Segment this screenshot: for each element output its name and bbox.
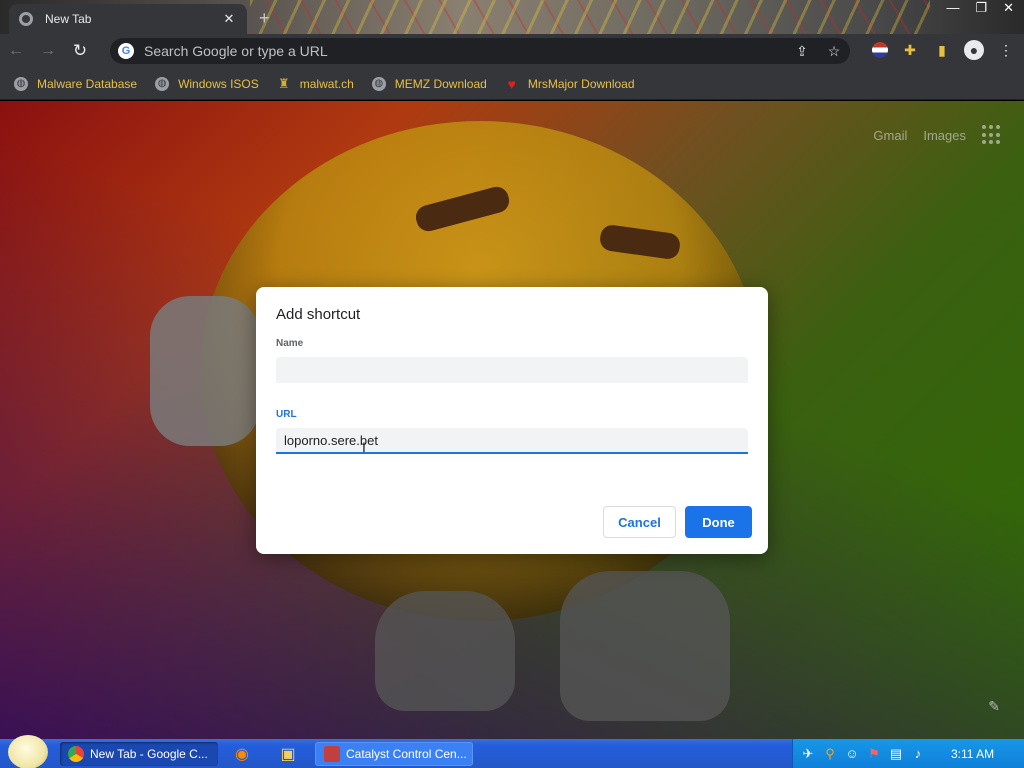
chrome-icon	[68, 746, 84, 762]
extensions-puzzle-icon[interactable]: ✚	[900, 40, 920, 60]
system-tray: ✈ ⚲ ☺ ⚑ ▤ ♪ 3:11 AM	[792, 739, 1024, 768]
done-button[interactable]: Done	[685, 506, 752, 538]
taskbar: New Tab - Google C... ◉ ▣ Catalyst Contr…	[0, 734, 1024, 768]
omnibox-placeholder[interactable]: Search Google or type a URL	[144, 43, 786, 59]
firefox-icon[interactable]: ◉	[232, 744, 252, 764]
globe-icon: ◍	[155, 76, 170, 91]
customize-pencil-icon[interactable]: ✎	[988, 698, 1000, 715]
dialog-title: Add shortcut	[276, 306, 361, 323]
background-shoe	[560, 571, 730, 721]
images-link[interactable]: Images	[923, 128, 966, 143]
google-icon: G	[118, 43, 134, 59]
toolbar-actions: ✚ ▮ ● ⋮	[872, 40, 1016, 60]
taskbar-item-label: Catalyst Control Cen...	[346, 747, 467, 761]
minimize-button[interactable]: —	[946, 0, 959, 16]
chrome-icon	[19, 12, 33, 26]
bookmarks-bar: ◍ Malware Database ◍ Windows ISOS ♜ malw…	[0, 68, 1024, 100]
taskbar-item-label: New Tab - Google C...	[90, 747, 208, 761]
forward-button[interactable]: →	[32, 42, 64, 60]
name-label: Name	[276, 338, 304, 349]
bookmark-label: Malware Database	[37, 76, 138, 91]
maximize-button[interactable]: ❐	[975, 0, 987, 16]
volume-icon[interactable]: ♪	[911, 746, 925, 761]
reload-button[interactable]: ↻	[64, 41, 96, 61]
omnibox[interactable]: G Search Google or type a URL ⇪ ☆	[110, 38, 850, 64]
bookmark-malware-database[interactable]: ◍ Malware Database	[14, 76, 138, 91]
taskbar-item-catalyst[interactable]: Catalyst Control Cen...	[315, 742, 473, 766]
background-hand	[150, 296, 260, 446]
bookmark-windows-isos[interactable]: ◍ Windows ISOS	[155, 76, 259, 91]
bookmark-label: MrsMajor Download	[527, 76, 635, 91]
tab-close-icon[interactable]: ✕	[221, 11, 237, 27]
start-button[interactable]	[8, 734, 48, 768]
new-tab-button[interactable]: +	[259, 8, 270, 29]
flag-extension-icon[interactable]	[872, 42, 888, 58]
bookmark-malwat-ch[interactable]: ♜ malwat.ch	[277, 75, 354, 91]
theme-background	[250, 0, 930, 34]
back-button[interactable]: ←	[0, 42, 32, 60]
text-cursor-icon: I	[362, 439, 366, 455]
tab-title: New Tab	[45, 12, 92, 26]
bookmark-star-icon[interactable]: ☆	[818, 43, 850, 60]
window-controls: — ❐ ✕	[946, 0, 1014, 16]
apps-grid-icon[interactable]	[982, 125, 1002, 145]
background-shoe	[375, 591, 515, 711]
gmail-link[interactable]: Gmail	[873, 128, 907, 143]
heart-icon: ♥	[507, 75, 516, 92]
profile-avatar-icon[interactable]: ●	[964, 40, 984, 60]
search-tray-icon[interactable]: ⚲	[823, 746, 837, 762]
tray-app-icon[interactable]: ✈	[801, 746, 815, 762]
folder-icon[interactable]: ▣	[278, 744, 298, 764]
url-label: URL	[276, 409, 297, 420]
globe-icon: ◍	[14, 76, 28, 91]
top-links: Gmail Images	[873, 125, 1002, 145]
menu-kebab-icon[interactable]: ⋮	[996, 40, 1016, 60]
bookmark-mrsmajor-download[interactable]: ♥ MrsMajor Download	[505, 75, 635, 92]
bookmark-memz-download[interactable]: ◍ MEMZ Download	[371, 76, 487, 91]
tab-strip: New Tab ✕ + — ❐ ✕	[0, 0, 1024, 34]
bookmark-label: MEMZ Download	[394, 76, 487, 91]
share-icon[interactable]: ⇪	[786, 43, 818, 60]
browser-toolbar: ← → ↻ G Search Google or type a URL ⇪ ☆ …	[0, 34, 1024, 68]
globe-icon: ◍	[371, 76, 386, 91]
tab-new-tab[interactable]: New Tab ✕	[9, 4, 247, 34]
taskbar-item-chrome[interactable]: New Tab - Google C...	[60, 742, 218, 766]
side-panel-icon[interactable]: ▮	[932, 40, 952, 60]
bookmark-label: malwat.ch	[299, 76, 354, 91]
hat-icon: ♜	[277, 75, 290, 91]
smiley-tray-icon[interactable]: ☺	[845, 746, 859, 761]
add-shortcut-dialog: Add shortcut Name URL I Cancel Done	[256, 287, 768, 554]
name-input[interactable]	[276, 357, 748, 383]
url-input[interactable]	[276, 428, 748, 454]
close-window-button[interactable]: ✕	[1003, 0, 1014, 16]
catalyst-icon	[324, 746, 340, 762]
bookmark-label: Windows ISOS	[178, 76, 259, 91]
flag-tray-icon[interactable]: ⚑	[867, 746, 881, 762]
clock[interactable]: 3:11 AM	[951, 747, 994, 761]
cancel-button[interactable]: Cancel	[603, 506, 676, 538]
network-tray-icon[interactable]: ▤	[889, 746, 903, 762]
